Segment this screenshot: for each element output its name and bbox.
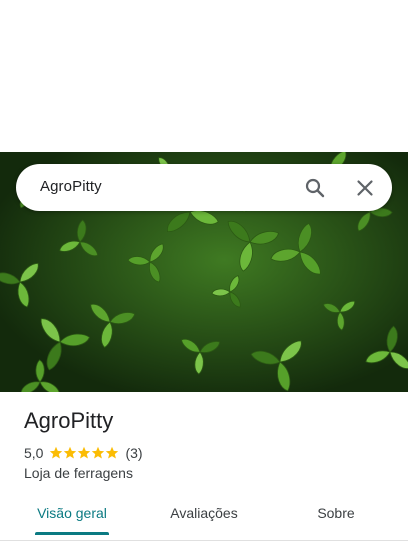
place-category[interactable]: Loja de ferragens <box>24 465 133 481</box>
tab-overview[interactable]: Visão geral <box>18 494 126 534</box>
place-title: AgroPitty <box>24 408 114 433</box>
star-icon <box>50 446 63 459</box>
star-icon <box>64 446 77 459</box>
star-icon <box>106 446 119 459</box>
search-query[interactable]: AgroPitty <box>40 178 102 195</box>
map-area[interactable] <box>0 0 408 152</box>
active-tab-indicator <box>35 532 109 535</box>
star-rating <box>49 446 119 460</box>
review-count[interactable]: (3) <box>125 445 142 461</box>
close-icon[interactable] <box>353 176 377 200</box>
star-icon <box>78 446 91 459</box>
rating-value: 5,0 <box>24 445 44 461</box>
search-bar[interactable]: AgroPitty <box>16 164 392 211</box>
search-icon[interactable] <box>303 176 327 200</box>
tab-reviews[interactable]: Avaliações <box>150 494 258 534</box>
star-icon <box>92 446 105 459</box>
divider <box>0 540 408 541</box>
tab-bar: Visão geral Avaliações Sobre <box>0 494 408 538</box>
rating-row[interactable]: 5,0 (3) <box>24 444 143 462</box>
place-screen: AgroPitty AgroPitty 5,0 (3) Loja de ferr… <box>0 0 408 544</box>
tab-about[interactable]: Sobre <box>282 494 390 534</box>
